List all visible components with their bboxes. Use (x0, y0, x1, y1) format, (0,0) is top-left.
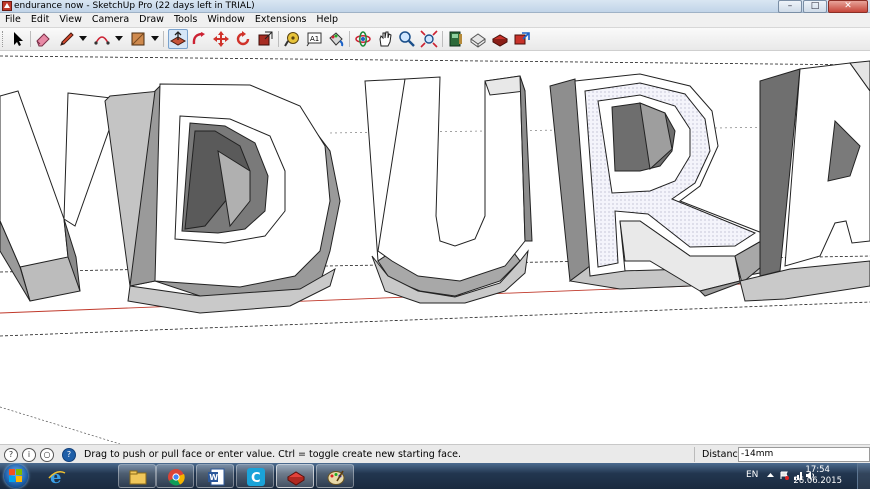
measurements-input[interactable] (738, 447, 870, 462)
letter-n[interactable] (0, 90, 121, 302)
menu-edit[interactable]: Edit (26, 13, 54, 27)
pan-icon[interactable] (376, 30, 394, 48)
paint-icon (327, 470, 345, 485)
menu-view[interactable]: View (54, 13, 87, 27)
instructor-help-icon[interactable]: ? (62, 448, 76, 462)
push-pull-icon[interactable] (168, 29, 188, 49)
extension-warehouse-icon[interactable] (491, 30, 509, 48)
menu-draw[interactable]: Draw (134, 13, 169, 27)
taskbar-paint[interactable] (316, 464, 354, 488)
toolbar-separator (163, 31, 164, 47)
windows-logo-icon (9, 469, 22, 482)
svg-text:C: C (251, 471, 261, 486)
letter-r[interactable] (549, 73, 781, 297)
select-icon[interactable] (9, 30, 27, 48)
zoom-icon[interactable] (398, 30, 416, 48)
menu-camera[interactable]: Camera (87, 13, 134, 27)
taskbar: e W C EN 17:54 26.06.2015 (0, 463, 870, 489)
window-title: endurance now - SketchUp Pro (22 days le… (14, 1, 255, 11)
show-desktop-button[interactable] (857, 463, 870, 489)
taskbar-file-explorer[interactable] (118, 464, 156, 488)
menu-help[interactable]: Help (311, 13, 343, 27)
status-bar: ? i ○ ? Drag to push or pull face or ent… (0, 444, 870, 464)
window-controls: – □ ✕ (778, 0, 868, 13)
paint-bucket-icon[interactable] (327, 30, 345, 48)
menu-window[interactable]: Window (202, 13, 249, 27)
taskbar-chrome[interactable] (156, 464, 194, 488)
model-canvas[interactable] (0, 51, 870, 444)
toolbar: A1 (0, 28, 870, 51)
geo-location-icon[interactable]: ? (4, 448, 18, 462)
clock[interactable]: 17:54 26.06.2015 (793, 465, 842, 487)
move-icon[interactable] (212, 30, 230, 48)
credits-info-icon[interactable]: i (22, 448, 36, 462)
sketchup-icon (287, 471, 305, 486)
orbit-icon[interactable] (354, 30, 372, 48)
letter-a[interactable] (739, 60, 870, 302)
letter-u[interactable] (364, 75, 533, 304)
tape-measure-icon[interactable] (283, 30, 301, 48)
clock-date: 26.06.2015 (793, 476, 842, 486)
sketchup-app-icon (2, 1, 12, 11)
toolbar-separator (442, 31, 443, 47)
taskbar-c-app[interactable]: C (236, 464, 274, 488)
chrome-icon (168, 469, 185, 486)
close-button[interactable]: ✕ (828, 0, 868, 13)
3d-warehouse-icon[interactable] (469, 30, 487, 48)
clock-time: 17:54 (805, 465, 830, 475)
language-indicator[interactable]: EN (746, 470, 758, 480)
minimize-button[interactable]: – (778, 0, 802, 13)
components-icon[interactable] (447, 30, 465, 48)
menu-file[interactable]: File (0, 13, 26, 27)
model-viewport[interactable] (0, 51, 870, 444)
rotate-icon[interactable] (234, 30, 252, 48)
text-icon[interactable]: A1 (305, 30, 323, 48)
follow-me-icon[interactable] (190, 30, 208, 48)
maximize-button[interactable]: □ (803, 0, 827, 13)
letter-d[interactable] (104, 83, 341, 314)
c-app-icon: C (247, 468, 265, 486)
svg-text:W: W (209, 473, 218, 482)
toolbar-separator (30, 31, 31, 47)
status-hint: Drag to push or pull face or enter value… (84, 449, 462, 460)
arc-icon[interactable] (93, 30, 111, 48)
share-model-icon[interactable] (513, 30, 531, 48)
menu-tools[interactable]: Tools (169, 13, 202, 27)
svg-text:A1: A1 (310, 35, 319, 43)
tray-arrow-icon[interactable] (766, 471, 775, 480)
user-account-icon[interactable]: ○ (40, 448, 54, 462)
status-divider (694, 447, 695, 462)
zoom-extents-icon[interactable] (420, 30, 438, 48)
rectangle-icon[interactable] (129, 30, 147, 48)
pencil-icon[interactable] (58, 30, 76, 48)
taskbar-word[interactable]: W (196, 464, 234, 488)
taskbar-internet-explorer[interactable]: e (38, 464, 76, 488)
internet-explorer-icon: e (48, 467, 66, 485)
title-bar: endurance now - SketchUp Pro (22 days le… (0, 0, 870, 13)
toolbar-separator (278, 31, 279, 47)
toolbar-grip[interactable] (2, 31, 6, 47)
scale-icon[interactable] (256, 30, 274, 48)
file-explorer-icon (129, 470, 147, 485)
toolbar-separator (349, 31, 350, 47)
pencil-dropdown-chevron-icon[interactable] (79, 36, 87, 41)
eraser-icon[interactable] (34, 30, 52, 48)
system-tray: EN 17:54 26.06.2015 (740, 463, 870, 489)
menu-extensions[interactable]: Extensions (250, 13, 312, 27)
word-icon: W (208, 468, 225, 486)
action-center-flag-icon[interactable] (780, 471, 789, 480)
start-button[interactable] (4, 464, 28, 488)
menu-bar: File Edit View Camera Draw Tools Window … (0, 13, 870, 28)
arc-dropdown-chevron-icon[interactable] (115, 36, 123, 41)
taskbar-sketchup[interactable] (276, 464, 314, 488)
rectangle-dropdown-chevron-icon[interactable] (151, 36, 159, 41)
